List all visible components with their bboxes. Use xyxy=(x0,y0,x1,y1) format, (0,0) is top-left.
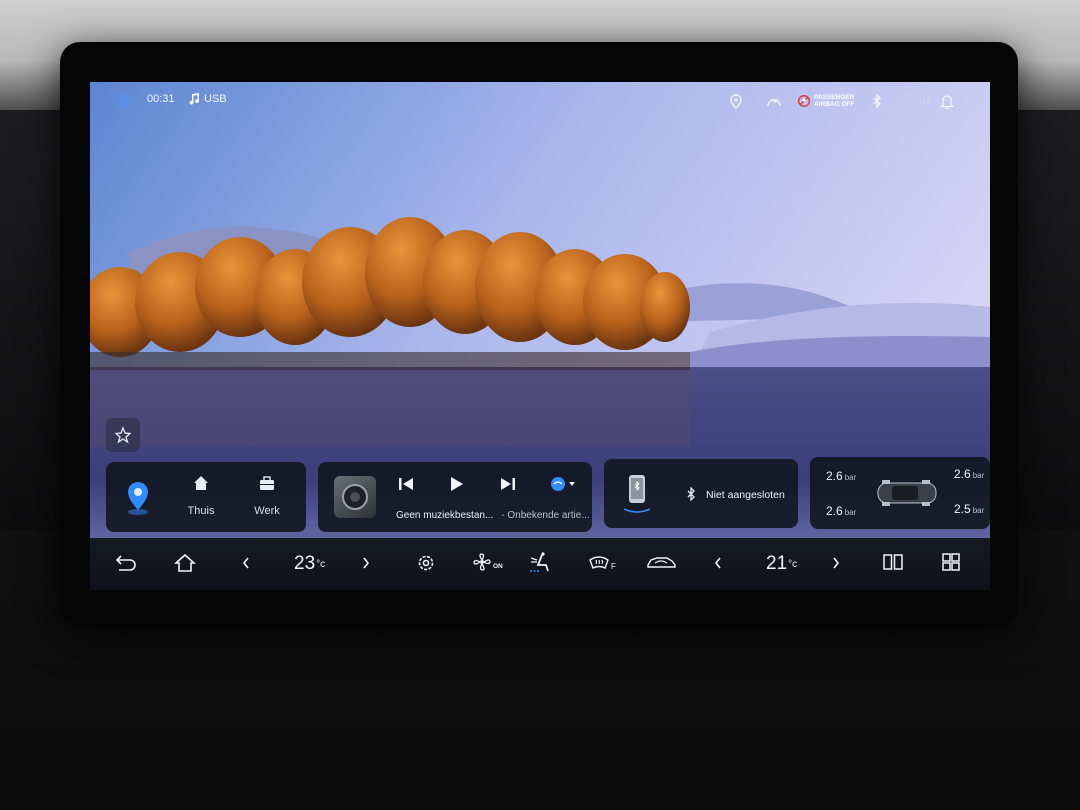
map-pin-icon[interactable] xyxy=(124,480,152,519)
nav-work-label: Werk xyxy=(254,505,280,517)
play-icon xyxy=(451,477,463,491)
notification-bell-icon[interactable] xyxy=(940,94,954,109)
navigation-widget: Thuis Werk xyxy=(106,462,306,532)
driver-temp-increase-button[interactable] xyxy=(360,552,372,574)
passenger-temperature: 21 °c xyxy=(766,553,798,574)
play-button[interactable] xyxy=(446,474,466,497)
bluetooth-icon[interactable] xyxy=(872,94,882,108)
tire-front-right: 2.6 bar xyxy=(954,467,985,481)
favorites-button[interactable] xyxy=(106,418,140,452)
gear-icon xyxy=(418,555,434,571)
app-grid-button[interactable] xyxy=(940,552,962,572)
track-title: Geen muziekbestan... xyxy=(396,510,494,521)
tire-rear-left: 2.6 bar xyxy=(826,504,857,518)
location-icon[interactable] xyxy=(730,94,742,109)
fan-button[interactable]: ON xyxy=(472,552,503,572)
tire-pressure-widget[interactable]: 2.6 bar 2.6 bar 2.6 bar 2.5 bar xyxy=(810,457,990,529)
media-source[interactable]: USB xyxy=(188,93,227,105)
fan-icon xyxy=(473,553,491,571)
nav-work-button[interactable]: Werk xyxy=(245,474,289,517)
nav-home-button[interactable]: Thuis xyxy=(179,474,223,517)
climate-settings-button[interactable] xyxy=(415,552,437,574)
network-type: 4G xyxy=(906,92,915,98)
passenger-airbag-status: PASSENGER AIRBAG OFF xyxy=(798,94,854,108)
car-topview-icon xyxy=(872,477,942,512)
skip-next-icon xyxy=(501,478,515,490)
car-recirculation-icon xyxy=(647,557,676,568)
dashboard-right xyxy=(1010,110,1080,530)
seat-airflow-icon xyxy=(530,552,549,572)
next-track-button[interactable] xyxy=(498,474,518,497)
cellular-signal: 4G xyxy=(906,92,932,105)
home-button[interactable] xyxy=(174,552,196,574)
driver-temperature: 23 °c xyxy=(294,553,326,574)
media-source-selector[interactable] xyxy=(550,476,578,495)
clock: 00:31 xyxy=(147,93,175,105)
chevron-right-icon xyxy=(833,557,840,569)
chevron-left-icon xyxy=(242,557,249,569)
defrost-label: F xyxy=(611,561,616,571)
front-defrost-button[interactable]: F xyxy=(588,552,616,572)
back-button[interactable] xyxy=(114,552,138,574)
disc-icon xyxy=(342,484,368,510)
track-info: Geen muziekbestan... - Onbekende artie... xyxy=(396,510,590,521)
phone-icon xyxy=(622,471,652,518)
back-arrow-icon xyxy=(115,555,136,571)
status-bar: 00:31 USB PASSENGER AIRBAG OFF 4G xyxy=(90,82,990,120)
bluetooth-widget[interactable]: Niet aangesloten xyxy=(604,459,798,528)
skip-previous-icon xyxy=(399,478,413,490)
previous-track-button[interactable] xyxy=(396,474,416,497)
media-widget: Geen muziekbestan... - Onbekende artie... xyxy=(318,462,592,532)
home-outline-icon xyxy=(174,553,196,572)
media-source-label: USB xyxy=(204,93,227,105)
track-artist: - Onbekende artie... xyxy=(501,510,590,521)
tire-rear-right: 2.5 bar xyxy=(954,502,985,516)
driver-temp-decrease-button[interactable] xyxy=(240,552,252,574)
chevron-left-icon xyxy=(714,557,721,569)
infotainment-screen: 00:31 USB PASSENGER AIRBAG OFF 4G Thuis … xyxy=(90,82,990,590)
airbag-line2: AIRBAG OFF xyxy=(814,101,855,108)
briefcase-icon xyxy=(260,476,274,490)
nav-home-label: Thuis xyxy=(187,505,215,517)
air-recirculation-button[interactable] xyxy=(645,552,677,572)
speedometer-icon[interactable] xyxy=(766,94,782,109)
bottom-dock: 23 °c ON F 21 °c xyxy=(90,538,990,590)
airbag-off-icon xyxy=(798,95,810,107)
airbag-line1: PASSENGER xyxy=(814,94,855,101)
music-note-icon xyxy=(189,93,200,105)
fan-state-label: ON xyxy=(493,562,503,570)
passenger-temp-decrease-button[interactable] xyxy=(712,552,724,574)
bluetooth-status-label: Niet aangesloten xyxy=(706,489,785,501)
home-icon xyxy=(194,476,208,490)
album-art[interactable] xyxy=(334,476,376,518)
signal-bars-icon xyxy=(919,96,930,105)
split-screen-button[interactable] xyxy=(882,552,904,572)
passenger-temp-increase-button[interactable] xyxy=(830,552,842,574)
tire-front-left: 2.6 bar xyxy=(826,469,857,483)
bluetooth-status-icon xyxy=(686,486,696,504)
split-screen-icon xyxy=(883,554,903,570)
source-dropdown-icon xyxy=(551,477,575,491)
app-logo-icon[interactable] xyxy=(112,90,134,112)
windshield-defrost-icon xyxy=(589,556,609,569)
chevron-right-icon xyxy=(363,557,370,569)
grid-icon xyxy=(942,553,960,571)
air-distribution-button[interactable] xyxy=(528,552,554,576)
star-edit-icon xyxy=(114,426,132,444)
